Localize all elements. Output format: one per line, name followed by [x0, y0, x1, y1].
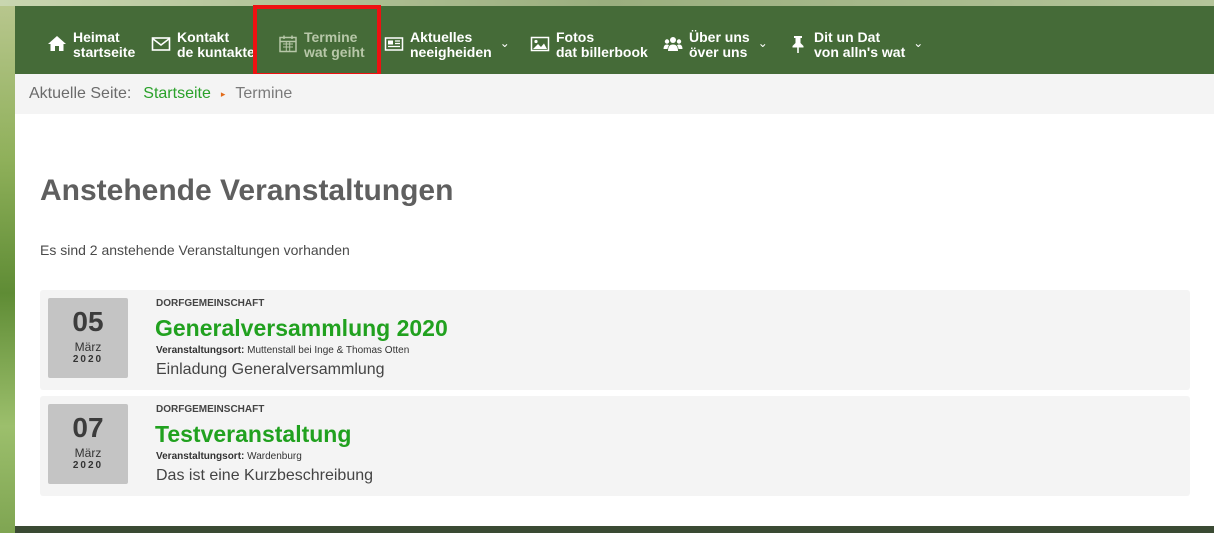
- main-navigation: Heimat startseite Kontakt de kuntakte Te…: [15, 6, 1214, 74]
- date-badge: 07 März 2020: [48, 404, 128, 484]
- mail-icon: [151, 37, 171, 51]
- event-category: DORFGEMEINSCHAFT: [156, 298, 265, 309]
- chevron-down-icon: ⌄: [499, 36, 510, 50]
- breadcrumb-current: Termine: [235, 85, 293, 102]
- nav-subtitle: neeigheiden: [410, 44, 492, 60]
- nav-subtitle: de kuntakte: [177, 44, 255, 60]
- event-location: Veranstaltungsort: Muttenstall bei Inge …: [156, 345, 409, 356]
- pin-icon: [792, 36, 804, 53]
- home-icon: [48, 36, 66, 51]
- chevron-down-icon: ⌄: [913, 36, 924, 50]
- nav-item-aktuelles[interactable]: Aktuelles neeigheiden ⌄: [384, 30, 510, 64]
- event-location-value: Wardenburg: [247, 451, 302, 462]
- nav-item-kontakt[interactable]: Kontakt de kuntakte: [151, 30, 255, 64]
- image-icon: [530, 36, 550, 52]
- event-location: Veranstaltungsort: Wardenburg: [156, 451, 302, 462]
- chevron-down-icon: ⌄: [757, 36, 768, 50]
- breadcrumb: Aktuelle Seite: Startseite ▸ Termine: [15, 74, 1214, 114]
- nav-item-fotos[interactable]: Fotos dat billerbook: [530, 30, 648, 64]
- date-month: März: [74, 340, 102, 354]
- event-location-label: Veranstaltungsort:: [156, 451, 245, 462]
- breadcrumb-separator-icon: ▸: [220, 88, 226, 99]
- date-day: 05: [72, 306, 104, 337]
- date-year: 2020: [72, 460, 104, 471]
- nav-title: Über uns: [689, 29, 750, 45]
- event-description: Einladung Generalversammlung: [156, 361, 385, 378]
- event-item: 07 März 2020 DORFGEMEINSCHAFT Testverans…: [40, 396, 1190, 496]
- date-day: 07: [72, 412, 104, 443]
- nav-title: Dit un Dat: [814, 29, 881, 45]
- nav-item-ueber-uns[interactable]: Über uns över uns ⌄: [663, 30, 768, 64]
- breadcrumb-label: Aktuelle Seite:: [29, 85, 132, 102]
- highlight-box: [253, 5, 381, 77]
- breadcrumb-home-link[interactable]: Startseite: [143, 85, 211, 103]
- date-month: März: [74, 446, 102, 460]
- event-category: DORFGEMEINSCHAFT: [156, 404, 265, 415]
- nav-item-dit-un-dat[interactable]: Dit un Dat von alln's wat ⌄: [788, 30, 923, 64]
- event-title-link[interactable]: Generalversammlung 2020: [155, 315, 448, 342]
- nav-title: Aktuelles: [410, 29, 473, 45]
- date-year: 2020: [72, 354, 104, 365]
- event-location-label: Veranstaltungsort:: [156, 345, 245, 356]
- event-location-value: Muttenstall bei Inge & Thomas Otten: [247, 345, 410, 356]
- newspaper-icon: [384, 37, 404, 51]
- nav-subtitle: von alln's wat: [814, 44, 906, 60]
- nav-title: Fotos: [556, 29, 595, 45]
- event-description: Das ist eine Kurzbeschreibung: [156, 467, 374, 484]
- event-item: 05 März 2020 DORFGEMEINSCHAFT Generalver…: [40, 290, 1190, 390]
- nav-subtitle: startseite: [73, 44, 136, 60]
- event-title-link[interactable]: Testveranstaltung: [155, 421, 351, 448]
- nav-title: Heimat: [73, 29, 120, 45]
- users-icon: [663, 37, 683, 51]
- background-left: [0, 0, 15, 533]
- footer-bar: [15, 526, 1214, 533]
- nav-item-heimat[interactable]: Heimat startseite: [47, 30, 135, 64]
- nav-title: Kontakt: [177, 29, 230, 45]
- event-count-text: Es sind 2 anstehende Veranstaltungen vor…: [40, 242, 350, 258]
- date-badge: 05 März 2020: [48, 298, 128, 378]
- nav-subtitle: dat billerbook: [556, 44, 648, 60]
- page-title: Anstehende Veranstaltungen: [40, 174, 454, 207]
- nav-subtitle: över uns: [689, 44, 748, 60]
